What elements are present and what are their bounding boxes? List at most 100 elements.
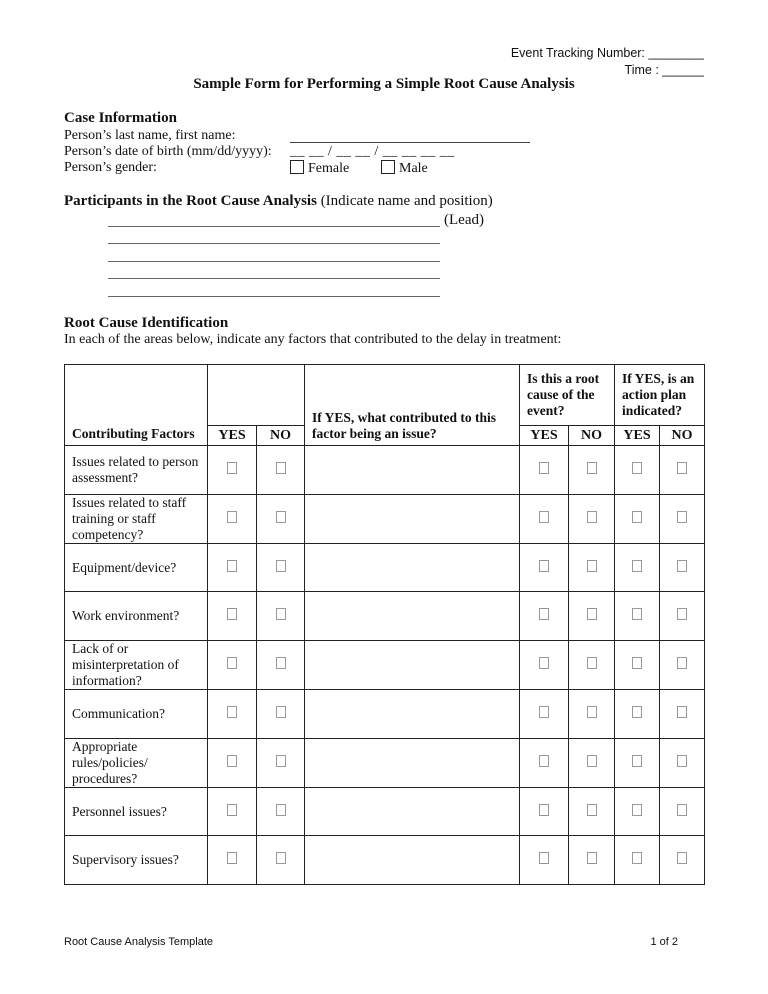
factor-no-checkbox[interactable] (275, 803, 286, 816)
table-row: Appropriate rules/policies/ procedures? (64, 737, 705, 788)
plan-no-checkbox[interactable] (677, 657, 687, 670)
factor-no-checkbox[interactable] (275, 510, 286, 523)
root-yes-cell (519, 689, 569, 739)
contributed-text-cell[interactable] (304, 445, 520, 495)
root-yes-cell (519, 737, 569, 788)
header-factor-yes: YES (207, 425, 257, 446)
plan-no-checkbox[interactable] (677, 461, 687, 474)
contributed-text-cell[interactable] (304, 835, 520, 886)
root-no-checkbox[interactable] (586, 461, 597, 474)
root-no-checkbox[interactable] (586, 559, 597, 572)
plan-no-checkbox[interactable] (677, 852, 687, 865)
name-field[interactable] (290, 142, 530, 143)
factor-yes-checkbox[interactable] (227, 705, 237, 718)
contributed-text-cell[interactable] (304, 689, 520, 739)
dob-label: Person’s date of birth (mm/dd/yyyy): (64, 144, 272, 159)
plan-yes-checkbox[interactable] (632, 705, 642, 718)
root-yes-checkbox[interactable] (539, 559, 549, 572)
factor-no-checkbox[interactable] (275, 754, 286, 767)
plan-no-cell (659, 689, 705, 739)
female-checkbox[interactable] (290, 160, 304, 174)
plan-no-checkbox[interactable] (677, 510, 687, 523)
factor-yes-checkbox[interactable] (227, 657, 237, 670)
contributed-text-cell[interactable] (304, 591, 520, 642)
factor-no-cell (256, 689, 305, 739)
plan-no-checkbox[interactable] (677, 559, 687, 572)
plan-yes-checkbox[interactable] (632, 559, 642, 572)
root-yes-checkbox[interactable] (539, 803, 549, 816)
footer-title: Root Cause Analysis Template (64, 936, 213, 948)
table-row: Issues related to person assessment? (64, 445, 705, 495)
factor-yes-checkbox[interactable] (227, 852, 237, 865)
gender-female-option[interactable]: Female (290, 160, 349, 177)
factor-label: Lack of or misinterpretation of informat… (64, 640, 208, 691)
root-no-cell (568, 445, 615, 495)
plan-yes-checkbox[interactable] (632, 510, 642, 523)
factor-yes-checkbox[interactable] (227, 461, 237, 474)
dob-field[interactable]: __ __ / __ __ / __ __ __ __ (290, 144, 455, 160)
factor-yes-checkbox[interactable] (227, 510, 237, 523)
factor-no-checkbox[interactable] (275, 657, 286, 670)
plan-yes-checkbox[interactable] (632, 657, 642, 670)
factor-yes-checkbox[interactable] (227, 608, 237, 621)
root-yes-checkbox[interactable] (539, 657, 549, 670)
table-row: Equipment/device? (64, 542, 705, 593)
root-yes-cell (519, 542, 569, 593)
plan-no-checkbox[interactable] (677, 754, 687, 767)
participant-line[interactable] (108, 296, 440, 297)
factor-yes-checkbox[interactable] (227, 754, 237, 767)
plan-yes-checkbox[interactable] (632, 608, 642, 621)
contributed-text-cell[interactable] (304, 542, 520, 593)
gender-male-option[interactable]: Male (381, 160, 428, 177)
root-no-checkbox[interactable] (586, 754, 597, 767)
contributed-text-cell[interactable] (304, 737, 520, 788)
contributed-text-cell[interactable] (304, 640, 520, 691)
plan-no-checkbox[interactable] (677, 608, 687, 621)
factor-no-checkbox[interactable] (275, 852, 286, 865)
factor-no-checkbox[interactable] (275, 461, 286, 474)
root-yes-checkbox[interactable] (539, 754, 549, 767)
factor-no-cell (256, 493, 305, 544)
root-no-checkbox[interactable] (586, 852, 597, 865)
root-no-checkbox[interactable] (586, 657, 597, 670)
plan-no-checkbox[interactable] (677, 705, 687, 718)
root-yes-checkbox[interactable] (539, 461, 549, 474)
plan-yes-checkbox[interactable] (632, 852, 642, 865)
factor-yes-checkbox[interactable] (227, 559, 237, 572)
male-checkbox[interactable] (381, 160, 395, 174)
root-no-checkbox[interactable] (586, 803, 597, 816)
root-no-checkbox[interactable] (586, 608, 597, 621)
participant-line[interactable] (108, 243, 440, 244)
participant-line[interactable] (108, 261, 440, 262)
plan-no-checkbox[interactable] (677, 803, 687, 816)
contributed-text-cell[interactable] (304, 786, 520, 837)
root-yes-checkbox[interactable] (539, 608, 549, 621)
root-yes-cell (519, 493, 569, 544)
header-contributing-factors: Contributing Factors (64, 364, 208, 446)
factor-label: Issues related to person assessment? (64, 445, 208, 495)
factor-yes-checkbox[interactable] (227, 803, 237, 816)
root-no-checkbox[interactable] (586, 510, 597, 523)
factor-no-cell (256, 591, 305, 642)
root-yes-checkbox[interactable] (539, 852, 549, 865)
participant-lead-line[interactable] (108, 226, 440, 227)
root-yes-checkbox[interactable] (539, 705, 549, 718)
plan-yes-checkbox[interactable] (632, 803, 642, 816)
root-cause-instruction: In each of the areas below, indicate any… (64, 332, 562, 347)
plan-yes-checkbox[interactable] (632, 754, 642, 767)
root-yes-checkbox[interactable] (539, 510, 549, 523)
factor-label: Personnel issues? (64, 786, 208, 837)
root-cause-heading: Root Cause Identification (64, 315, 229, 331)
plan-yes-cell (614, 542, 660, 593)
plan-yes-cell (614, 737, 660, 788)
participant-line[interactable] (108, 278, 440, 279)
factor-no-checkbox[interactable] (275, 705, 286, 718)
contributed-text-cell[interactable] (304, 493, 520, 544)
root-no-checkbox[interactable] (586, 705, 597, 718)
factor-no-cell (256, 445, 305, 495)
root-no-cell (568, 640, 615, 691)
factor-yes-cell (207, 689, 257, 739)
factor-no-checkbox[interactable] (275, 608, 286, 621)
factor-no-checkbox[interactable] (275, 559, 286, 572)
plan-yes-checkbox[interactable] (632, 461, 642, 474)
